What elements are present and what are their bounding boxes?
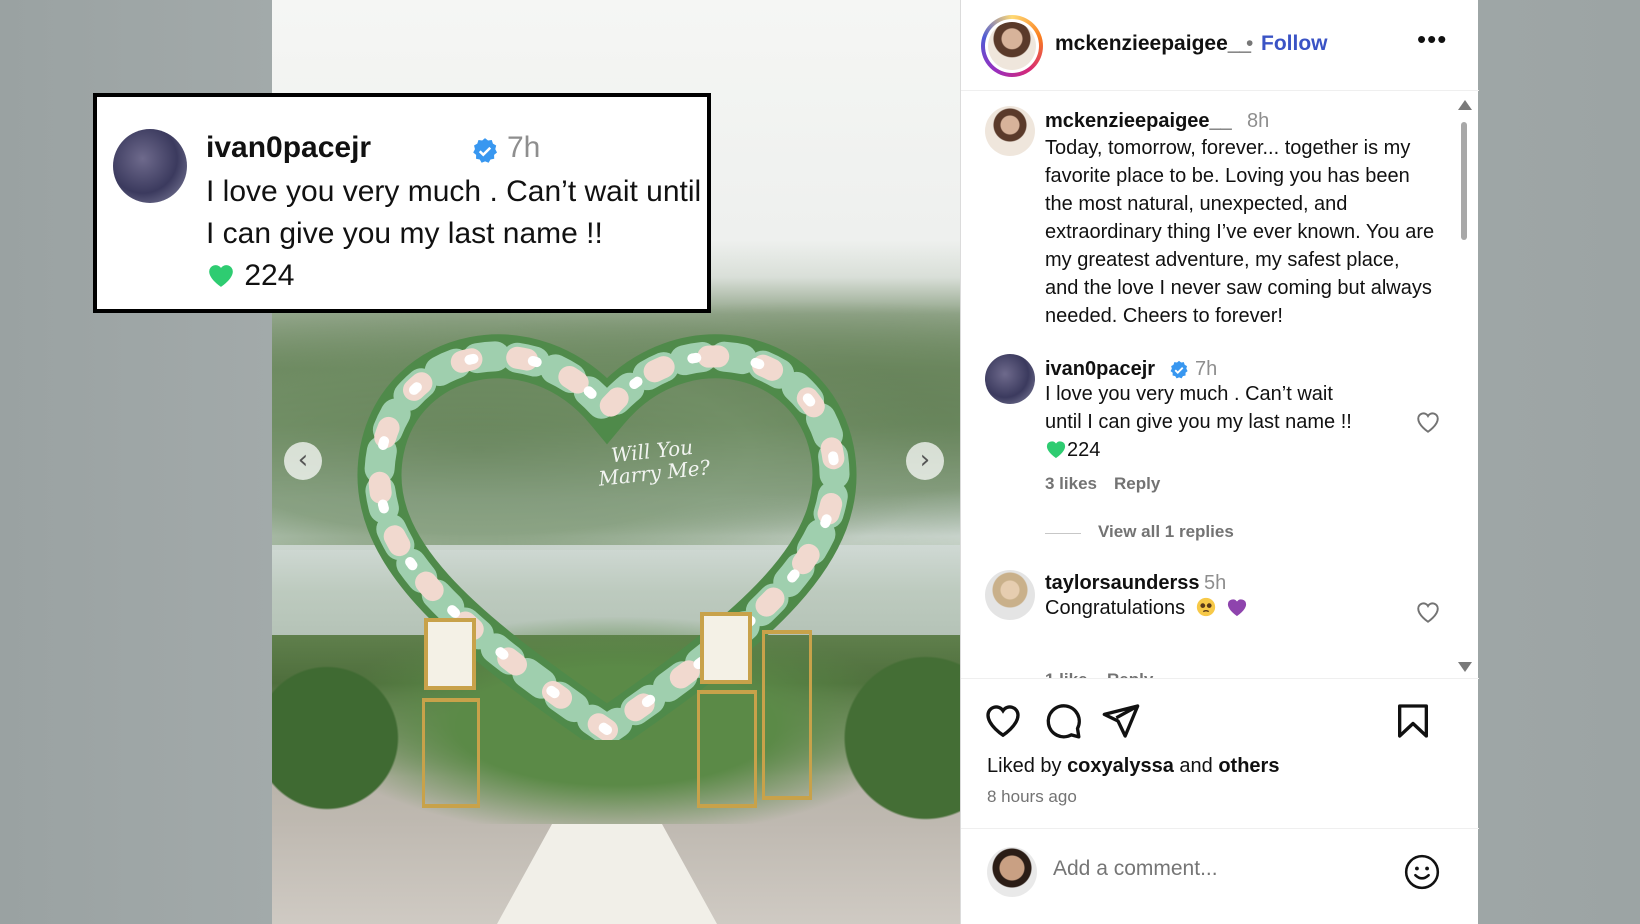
green-heart-icon bbox=[1046, 441, 1066, 459]
view-replies-button[interactable]: View all 1 replies bbox=[1098, 522, 1234, 542]
tall-gold-stand bbox=[762, 630, 812, 800]
liked-by-text: Liked by coxyalyssa and others bbox=[987, 755, 1280, 777]
green-heart-icon bbox=[209, 265, 233, 287]
scroll-up-arrow[interactable] bbox=[1458, 100, 1472, 110]
reply-button[interactable]: Reply bbox=[1107, 670, 1153, 678]
save-bookmark-icon[interactable] bbox=[1393, 701, 1433, 741]
post-time-ago: 8 hours ago bbox=[987, 787, 1077, 806]
liked-by-user-link[interactable]: coxyalyssa bbox=[1067, 755, 1174, 777]
comment-likes[interactable]: 3 likes bbox=[1045, 474, 1097, 494]
separator-dot: • bbox=[1246, 32, 1254, 55]
more-options-icon[interactable]: ••• bbox=[1417, 24, 1447, 55]
liked-by-others-link[interactable]: others bbox=[1218, 755, 1279, 777]
comment-text: I love you very much . Can’t wait until … bbox=[206, 175, 702, 292]
add-comment-bar bbox=[961, 828, 1479, 924]
chevron-left-icon: ‹ bbox=[297, 445, 309, 475]
replies-divider bbox=[1045, 533, 1081, 534]
right-photo-frame bbox=[700, 612, 752, 684]
author-username[interactable]: mckenzieepaigee__ bbox=[1055, 32, 1251, 56]
pleading-face-icon bbox=[1196, 597, 1215, 617]
verified-badge-icon bbox=[473, 138, 498, 163]
right-gold-stand bbox=[697, 690, 757, 808]
like-comment-heart-icon[interactable] bbox=[1415, 600, 1441, 624]
post-header: mckenzieepaigee__ • Follow ••• bbox=[961, 0, 1479, 91]
comment-username[interactable]: taylorsaunderss bbox=[1045, 572, 1200, 595]
comment-username[interactable]: ivan0pacejr bbox=[1045, 358, 1155, 381]
comment-bubble-icon[interactable] bbox=[1043, 701, 1083, 741]
like-comment-heart-icon[interactable] bbox=[1415, 410, 1441, 434]
comment-text: I love you very much . Can’t wait until … bbox=[1045, 383, 1352, 461]
avatar[interactable] bbox=[985, 570, 1035, 620]
avatar[interactable] bbox=[985, 354, 1035, 404]
comment-time: 7h bbox=[1195, 358, 1218, 380]
scrollbar-thumb[interactable] bbox=[1461, 122, 1467, 240]
follow-button[interactable]: Follow bbox=[1261, 32, 1328, 56]
avatar[interactable] bbox=[985, 106, 1035, 156]
like-heart-icon[interactable] bbox=[983, 701, 1023, 741]
author-avatar[interactable] bbox=[981, 15, 1043, 77]
comments-list[interactable]: mckenzieepaigee__ 8h Today, tomorrow, fo… bbox=[961, 92, 1479, 678]
post-side-panel: mckenzieepaigee__ • Follow ••• mckenziee… bbox=[960, 0, 1479, 924]
caption-username[interactable]: mckenzieepaigee__ bbox=[1045, 110, 1232, 133]
avatar bbox=[113, 129, 187, 203]
comment-count: 224 bbox=[244, 259, 295, 292]
previous-image-button[interactable]: ‹ bbox=[284, 442, 322, 480]
chevron-right-icon: › bbox=[919, 445, 931, 475]
add-comment-input[interactable] bbox=[1053, 857, 1353, 881]
share-paper-plane-icon[interactable] bbox=[1101, 701, 1141, 741]
comment-time: 5h bbox=[1204, 572, 1227, 594]
post-actions: Liked by coxyalyssa and others 8 hours a… bbox=[961, 678, 1479, 808]
next-image-button[interactable]: › bbox=[906, 442, 944, 480]
scroll-down-arrow[interactable] bbox=[1458, 662, 1472, 672]
current-user-avatar bbox=[987, 847, 1037, 897]
verified-badge-icon bbox=[1170, 360, 1188, 379]
highlighted-comment-card: ivan0pacejr 7h I love you very much . Ca… bbox=[93, 93, 711, 313]
comment-username: ivan0pacejr bbox=[206, 131, 372, 164]
comment-time: 7h bbox=[507, 131, 541, 164]
comment-likes[interactable]: 1 like bbox=[1045, 670, 1088, 678]
left-photo-frame bbox=[424, 618, 476, 690]
reply-button[interactable]: Reply bbox=[1114, 474, 1160, 494]
comment-count: 224 bbox=[1067, 439, 1101, 461]
emoji-picker-icon[interactable] bbox=[1403, 853, 1441, 891]
left-gold-stand bbox=[422, 698, 480, 808]
caption-time: 8h bbox=[1247, 110, 1270, 132]
caption-text: Today, tomorrow, forever... together is … bbox=[1045, 137, 1435, 327]
purple-heart-icon bbox=[1228, 599, 1247, 617]
comment-text: Congratulations bbox=[1045, 594, 1248, 622]
